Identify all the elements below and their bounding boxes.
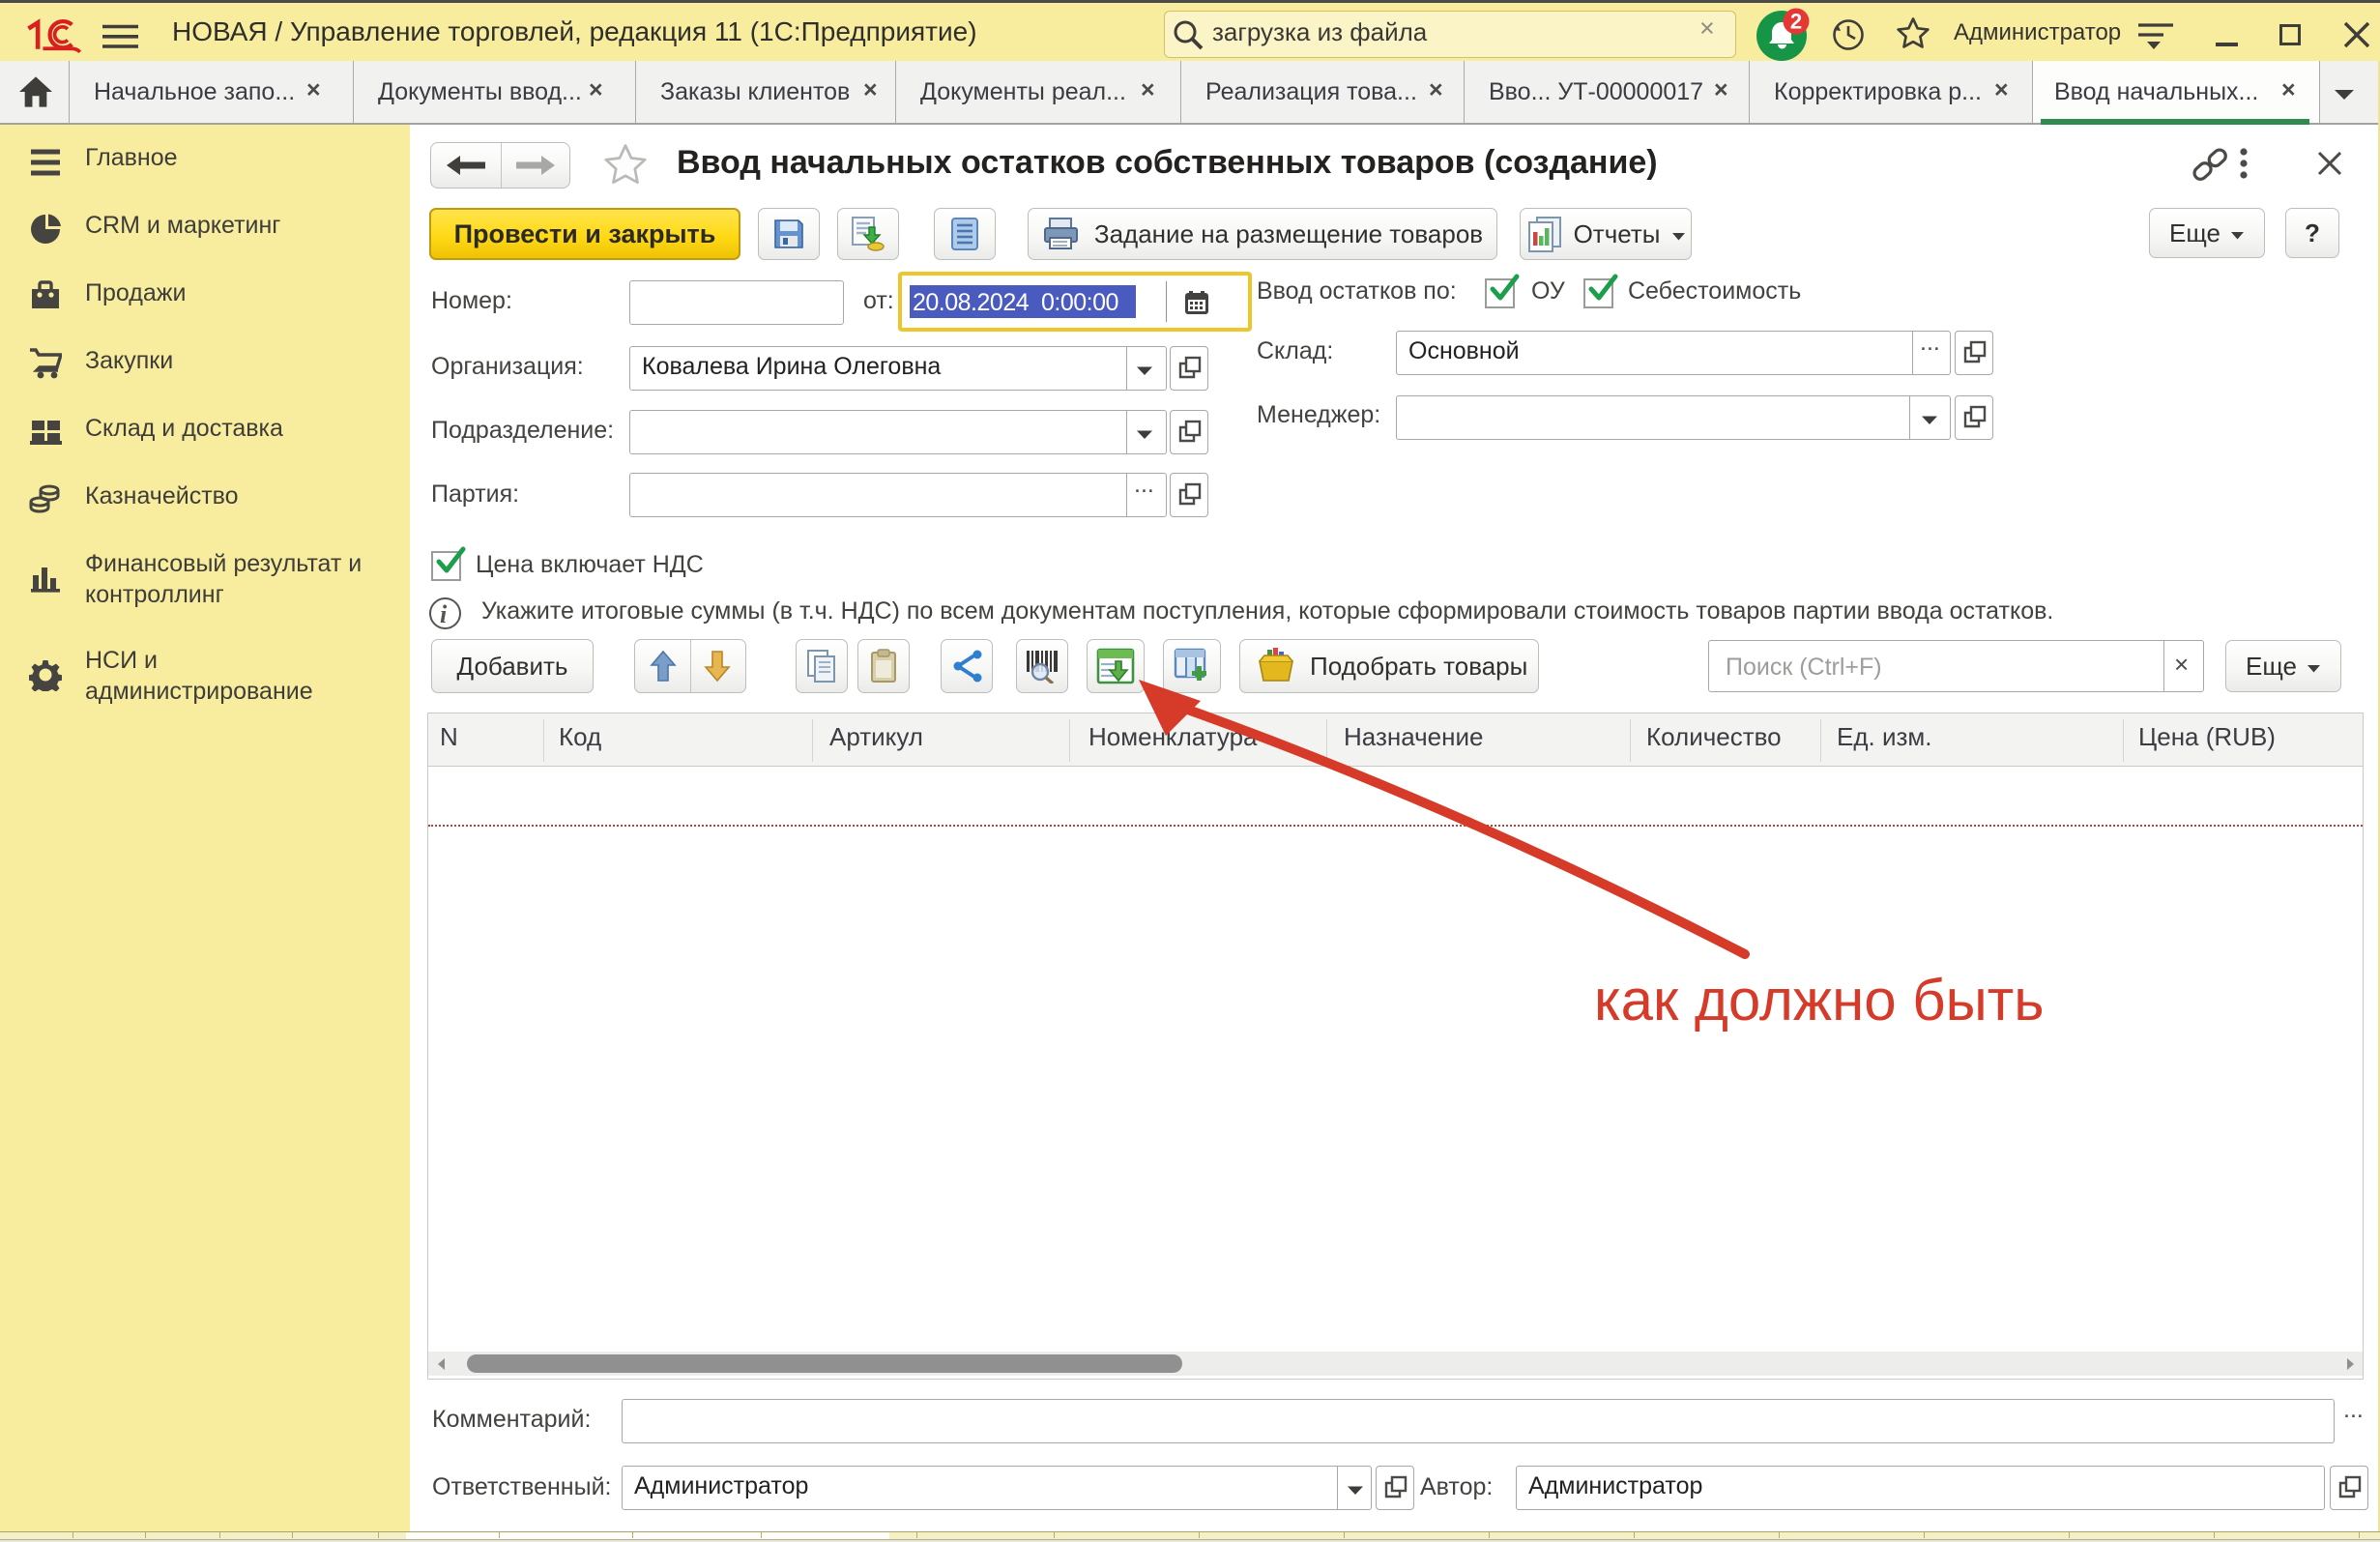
svg-text:2: 2: [1790, 10, 1802, 34]
